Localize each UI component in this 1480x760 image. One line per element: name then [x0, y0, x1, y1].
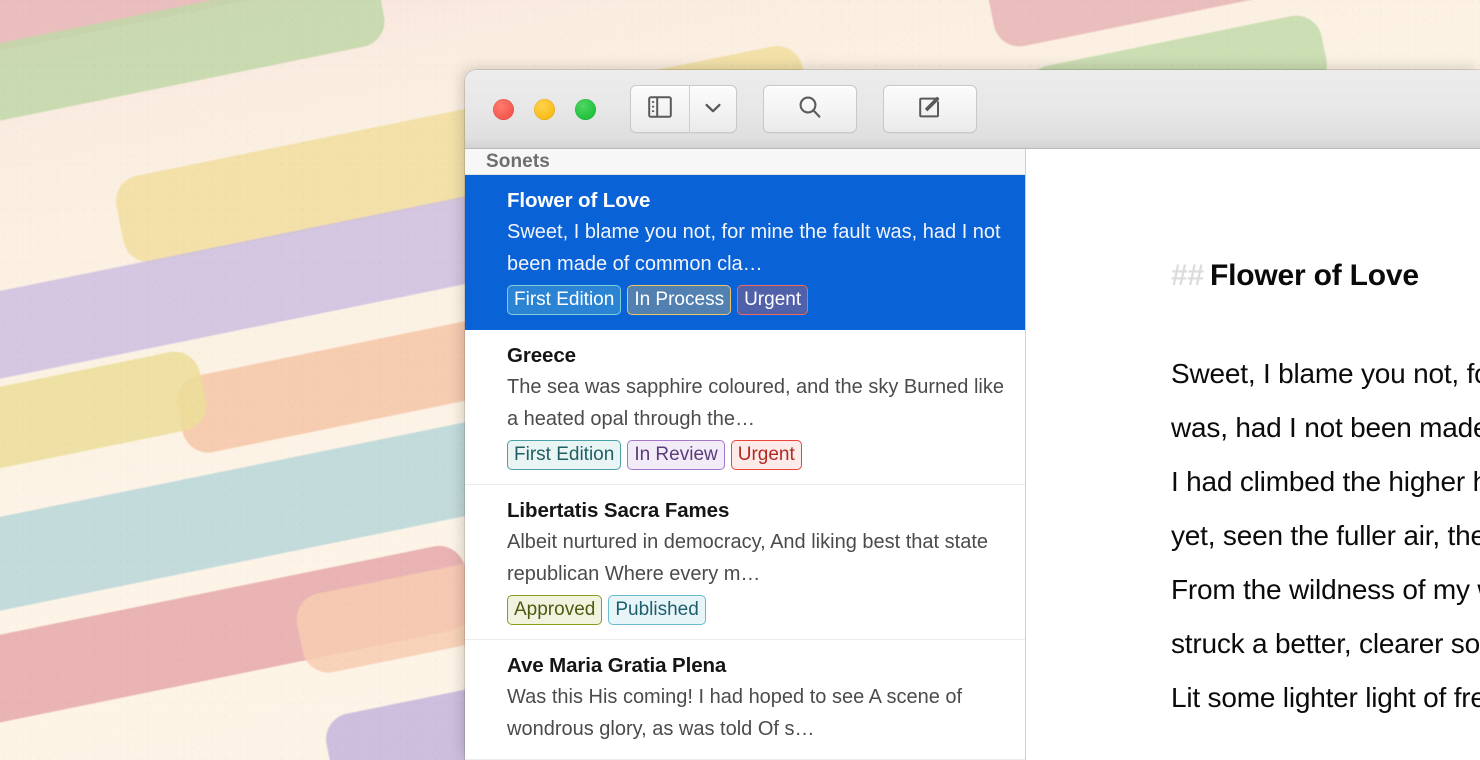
maximize-button[interactable]	[575, 98, 596, 120]
tag-badge[interactable]: First Edition	[507, 440, 622, 470]
document-line: struck a better, clearer song,	[1171, 628, 1480, 659]
note-snippet: Sweet, I blame you not, for mine the fau…	[507, 221, 1001, 275]
tag-badge[interactable]: Urgent	[730, 440, 802, 470]
traffic-lights	[493, 98, 596, 120]
document-line: From the wildness of my wasted passion I…	[1171, 574, 1480, 605]
note-list-pane: Sonets Flower of Love Sweet, I blame you …	[465, 149, 1026, 760]
document-body: Sweet, I blame you not, for mine the fau…	[1171, 347, 1480, 725]
tag-badge[interactable]: Approved	[507, 595, 603, 625]
list-header-title: Sonets	[486, 150, 550, 172]
tag-badge[interactable]: First Edition	[507, 285, 622, 315]
note-tags: First Edition In Process Urgent	[507, 285, 1005, 315]
note-editor-pane[interactable]: ## Flower of Love Sweet, I blame you not,…	[1026, 149, 1480, 760]
note-list-item[interactable]: Ave Maria Gratia Plena Was this His comin…	[465, 640, 1025, 760]
close-button[interactable]	[493, 98, 514, 120]
note-document[interactable]: ## Flower of Love Sweet, I blame you not,…	[1026, 149, 1480, 725]
sidebar-toggle-button[interactable]	[630, 85, 689, 133]
window-content: Sonets Flower of Love Sweet, I blame you …	[465, 149, 1480, 760]
note-list[interactable]: Flower of Love Sweet, I blame you not, fo…	[465, 175, 1025, 760]
search-button[interactable]	[763, 85, 857, 133]
tag-badge[interactable]: In Process	[627, 285, 732, 315]
window-toolbar	[465, 70, 1480, 149]
note-snippet: The sea was sapphire coloured, and the s…	[507, 376, 1004, 430]
toolbar-buttons	[630, 85, 977, 133]
tag-badge[interactable]: Published	[608, 595, 706, 625]
note-tags: Approved Published	[507, 595, 1005, 625]
sidebar-icon	[648, 95, 672, 123]
document-line: I had climbed the higher heights unclimb…	[1171, 466, 1480, 497]
screen: Sonets Flower of Love Sweet, I blame you …	[0, 0, 1480, 760]
note-title: Ave Maria Gratia Plena	[507, 654, 727, 677]
note-tags: First Edition In Review Urgent	[507, 440, 1005, 470]
tag-badge[interactable]: In Review	[627, 440, 725, 470]
sidebar-dropdown-button[interactable]	[689, 85, 737, 133]
document-heading: ## Flower of Love	[1171, 259, 1480, 293]
compose-pencil-icon	[917, 94, 943, 125]
search-icon	[797, 94, 823, 125]
document-line: was, had I not been made of common clay	[1171, 412, 1480, 443]
markdown-heading-marker: ##	[1171, 259, 1204, 292]
note-title: Flower of Love	[507, 189, 651, 212]
tag-badge[interactable]: Urgent	[737, 285, 809, 315]
document-line: Sweet, I blame you not, for mine the fau…	[1171, 358, 1480, 389]
note-title: Greece	[507, 344, 576, 367]
note-snippet: Albeit nurtured in democracy, And liking…	[507, 531, 989, 585]
note-list-item[interactable]: Greece The sea was sapphire coloured, and…	[465, 330, 1025, 485]
chevron-down-icon	[705, 100, 721, 118]
sidebar-segmented-control	[630, 85, 737, 133]
note-list-item[interactable]: Flower of Love Sweet, I blame you not, fo…	[465, 175, 1025, 330]
document-line: yet, seen the fuller air, the larger day…	[1171, 520, 1480, 551]
document-line: Lit some lighter light of freer freedom,…	[1171, 682, 1480, 713]
document-spacer	[1171, 293, 1480, 347]
list-header: Sonets	[465, 149, 1025, 175]
note-title: Libertatis Sacra Fames	[507, 499, 730, 522]
compose-button[interactable]	[883, 85, 977, 133]
note-list-item[interactable]: Libertatis Sacra Fames Albeit nurtured in…	[465, 485, 1025, 640]
notes-app-window: Sonets Flower of Love Sweet, I blame you …	[465, 70, 1480, 760]
note-snippet: Was this His coming! I had hoped to see …	[507, 686, 963, 740]
minimize-button[interactable]	[534, 98, 555, 120]
document-heading-text: Flower of Love	[1209, 259, 1419, 292]
